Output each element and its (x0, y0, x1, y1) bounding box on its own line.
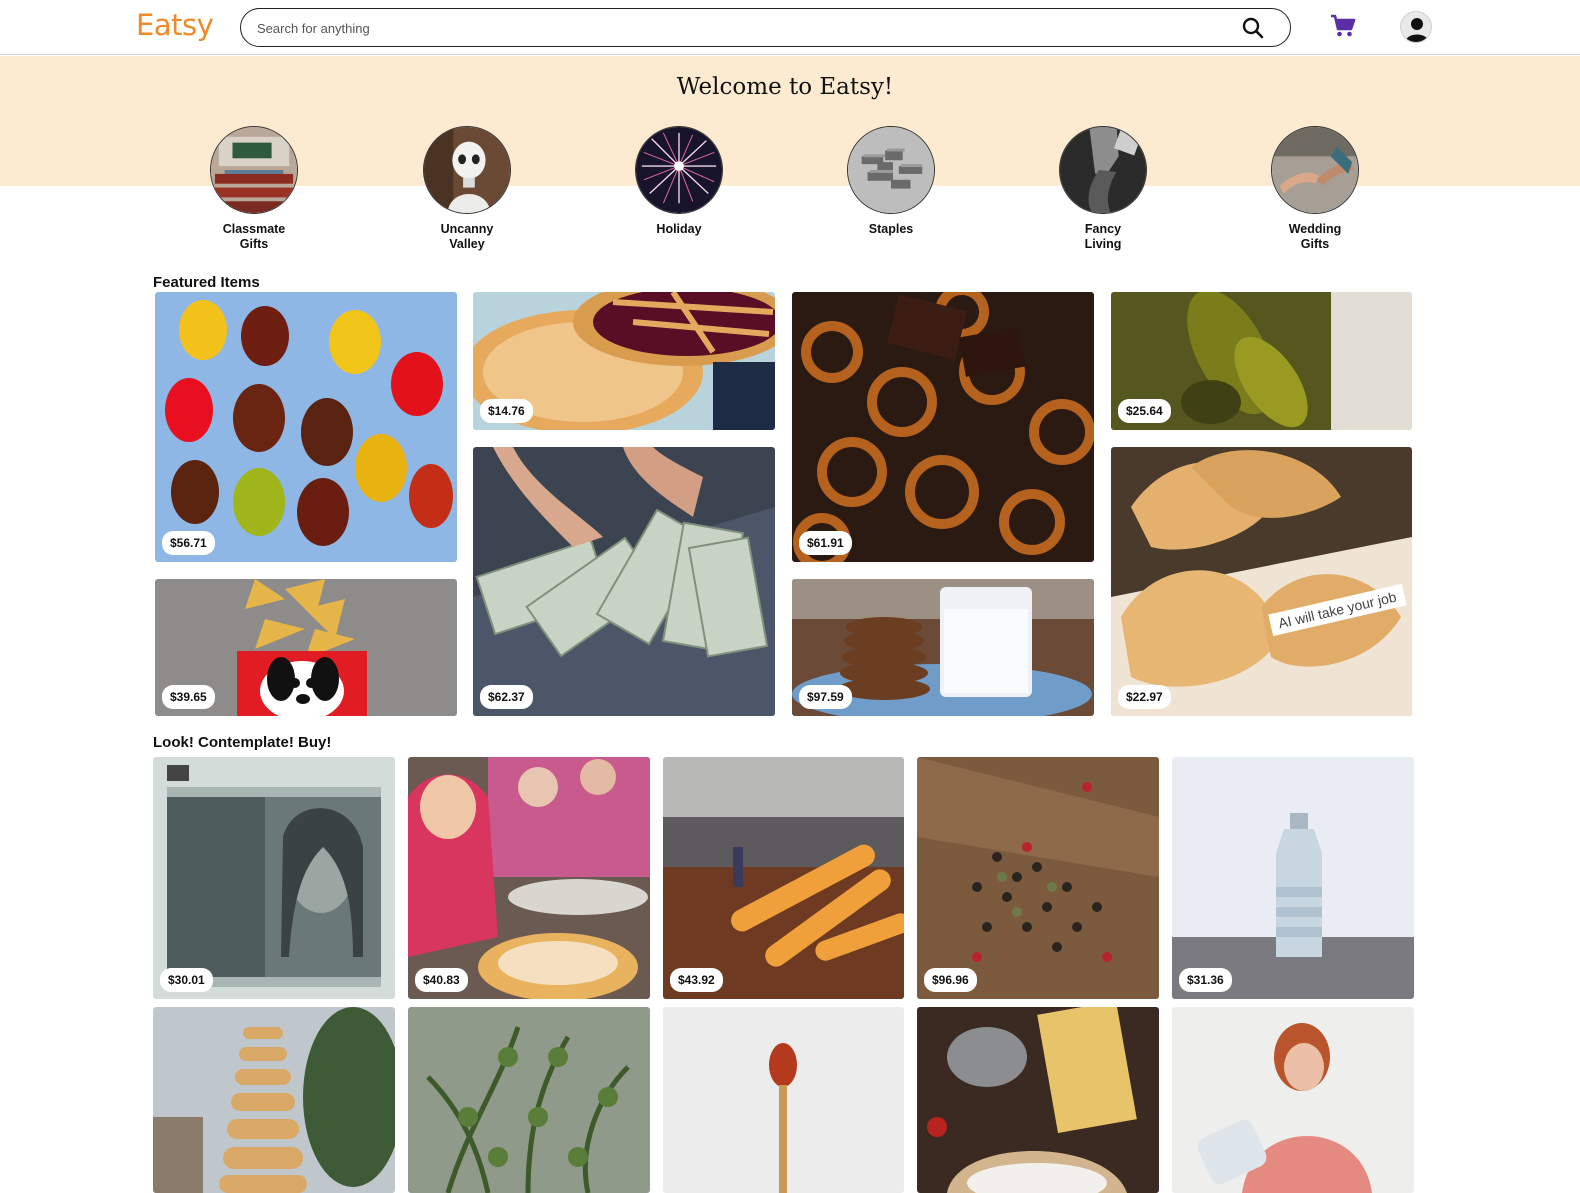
price-tag: $30.01 (160, 968, 213, 992)
search-input[interactable] (257, 18, 1217, 38)
browse-item-churros[interactable]: $43.92 (663, 757, 904, 999)
category-label: Holiday (656, 222, 702, 236)
price-tag: $56.71 (162, 531, 215, 555)
browse-item-waffles[interactable]: $40.83 (408, 757, 650, 999)
category-uncanny-valley[interactable]: Uncanny Valley (407, 126, 527, 252)
browse-item-peppercorns[interactable]: $96.96 (917, 757, 1159, 999)
price-tag: $40.83 (415, 968, 468, 992)
category-label: Classmate Gifts (222, 222, 286, 251)
brand-logo[interactable]: Eatsy (136, 8, 214, 42)
category-label: Fancy Living (1084, 222, 1122, 251)
price-tag: $22.97 (1118, 685, 1171, 709)
browse-item-poster[interactable]: $30.01 (153, 757, 395, 999)
browse-item-herbs[interactable] (408, 1007, 650, 1193)
category-row: Classmate Gifts Uncanny Valley Holiday Sta… (0, 126, 1580, 256)
category-image (1271, 126, 1359, 214)
featured-item-fortune-cookies[interactable]: AI will take your job $22.97 (1111, 447, 1412, 716)
price-tag: $62.37 (480, 685, 533, 709)
browse-item-pancake-tower[interactable] (153, 1007, 395, 1193)
price-tag: $39.65 (162, 685, 215, 709)
price-tag: $96.96 (924, 968, 977, 992)
search-bar (240, 8, 1291, 47)
category-fancy-living[interactable]: Fancy Living (1043, 126, 1163, 252)
search-icon[interactable] (1242, 17, 1264, 39)
featured-item-cookies-milk[interactable]: $97.59 (792, 579, 1094, 716)
price-tag: $31.36 (1179, 968, 1232, 992)
category-label: Staples (868, 222, 914, 236)
price-tag: $61.91 (799, 531, 852, 555)
featured-item-chips[interactable]: $39.65 (155, 579, 457, 716)
browse-item-baker[interactable] (1172, 1007, 1414, 1193)
price-tag: $97.59 (799, 685, 852, 709)
browse-item-spice-spoon[interactable] (663, 1007, 904, 1193)
category-wedding-gifts[interactable]: Wedding Gifts (1255, 126, 1375, 252)
browse-title: Look! Contemplate! Buy! (153, 734, 332, 751)
category-image (1059, 126, 1147, 214)
featured-item-pretzels[interactable]: $61.91 (792, 292, 1094, 562)
featured-item-pickles[interactable]: $25.64 (1111, 292, 1412, 430)
category-classmate-gifts[interactable]: Classmate Gifts (194, 126, 314, 252)
category-label: Wedding Gifts (1288, 222, 1342, 251)
hero-title: Welcome to Eatsy! (676, 74, 894, 100)
category-image (423, 126, 511, 214)
category-image (210, 126, 298, 214)
category-staples[interactable]: Staples (831, 126, 951, 237)
featured-item-gummy-bears[interactable]: $56.71 (155, 292, 457, 562)
user-icon[interactable] (1400, 11, 1432, 43)
featured-item-cash[interactable]: $62.37 (473, 447, 775, 716)
featured-item-pie[interactable]: $14.76 (473, 292, 775, 430)
cart-icon[interactable] (1330, 14, 1356, 38)
browse-item-pasta-flour[interactable] (917, 1007, 1159, 1193)
category-holiday[interactable]: Holiday (619, 126, 739, 237)
category-image (635, 126, 723, 214)
price-tag: $43.92 (670, 968, 723, 992)
featured-title: Featured Items (153, 274, 260, 291)
top-bar: Eatsy (0, 0, 1580, 55)
price-tag: $25.64 (1118, 399, 1171, 423)
category-label: Uncanny Valley (440, 222, 494, 251)
price-tag: $14.76 (480, 399, 533, 423)
category-image (847, 126, 935, 214)
browse-item-water-bottle[interactable]: $31.36 (1172, 757, 1414, 999)
